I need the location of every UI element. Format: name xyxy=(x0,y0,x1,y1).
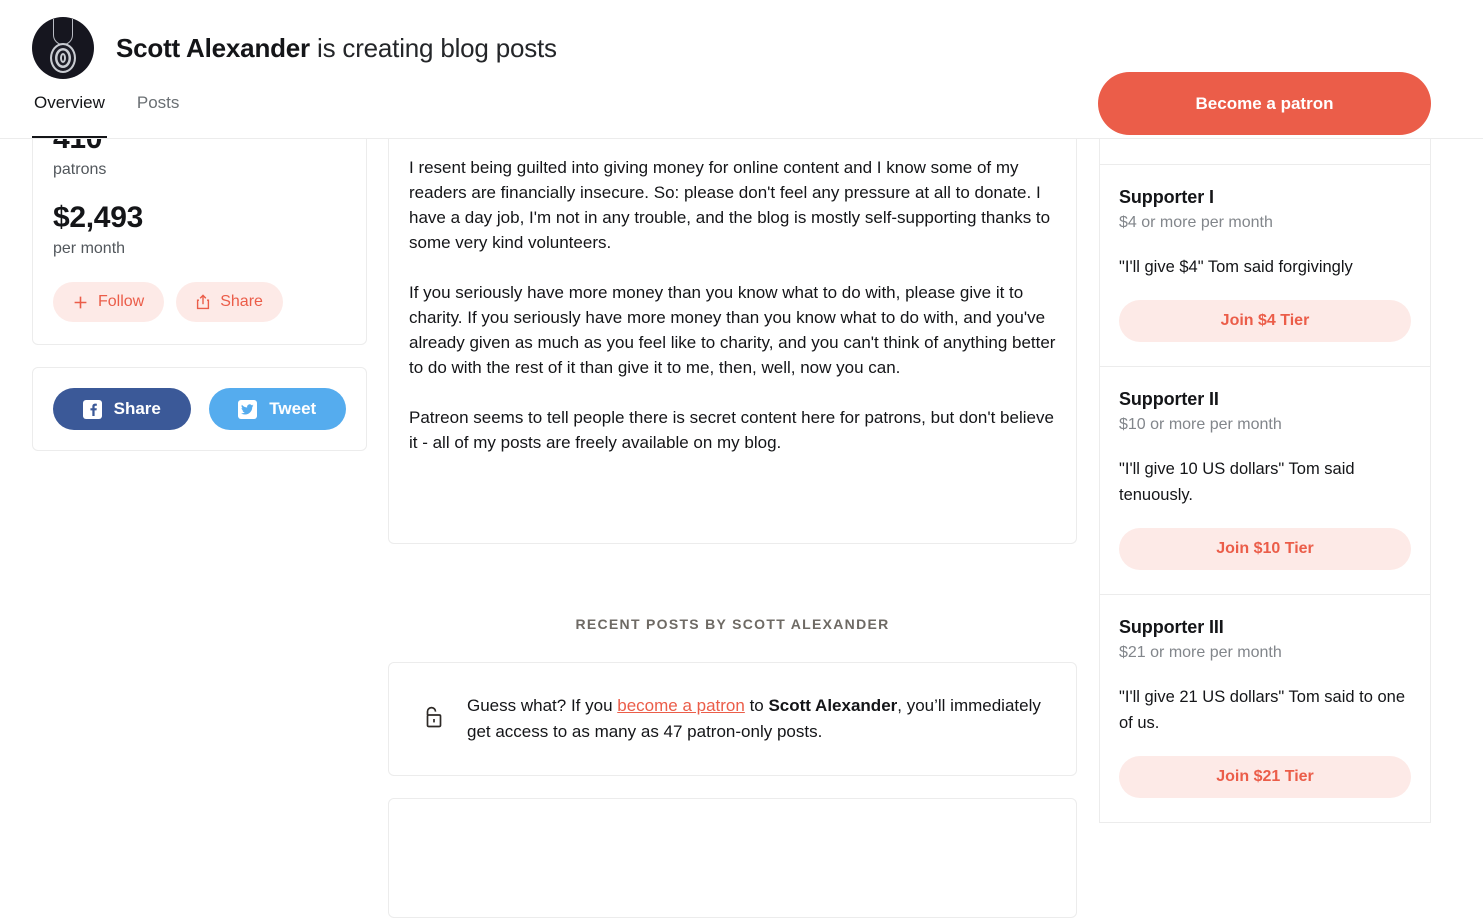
tiers-sidebar: Supporter I $4 or more per month "I'll g… xyxy=(1099,132,1431,823)
post-teaser-middle: to xyxy=(744,696,769,715)
twitter-tweet-label: Tweet xyxy=(269,399,317,418)
twitter-icon xyxy=(238,399,258,419)
monthly-amount-label: per month xyxy=(53,240,126,257)
share-button[interactable]: Share xyxy=(176,282,283,322)
monthly-amount: $2,493 xyxy=(53,201,143,234)
recent-posts-heading: RECENT POSTS BY SCOTT ALEXANDER xyxy=(575,616,890,632)
join-tier-button[interactable]: Join $10 Tier xyxy=(1119,528,1411,570)
facebook-share-button[interactable]: Share xyxy=(53,388,191,430)
creator-tagline: is creating blog posts xyxy=(309,33,557,63)
patron-count-label: patrons xyxy=(53,161,107,178)
follow-button[interactable]: Follow xyxy=(53,282,165,322)
twitter-tweet-button[interactable]: Tweet xyxy=(208,388,346,430)
about-paragraph-2: If you seriously have more money than yo… xyxy=(409,283,1056,377)
page-header: Scott Alexander is creating blog posts O… xyxy=(0,0,1483,139)
join-tier-button[interactable]: Join $4 Tier xyxy=(1119,300,1411,342)
post-teaser-creator: Scott Alexander xyxy=(768,696,898,715)
about-card: terrible wordplay. I resent being guilte… xyxy=(388,132,1077,544)
tier-price: $10 or more per month xyxy=(1119,416,1282,433)
unlock-icon xyxy=(421,704,445,735)
post-card-next[interactable] xyxy=(388,798,1077,918)
tier-description: "I'll give 10 US dollars" Tom said tenuo… xyxy=(1119,460,1355,504)
avatar[interactable] xyxy=(32,17,94,79)
tier-card-supporter-2: Supporter II $10 or more per month "I'll… xyxy=(1100,367,1430,595)
facebook-share-label: Share xyxy=(113,399,161,418)
post-teaser-prefix: Guess what? If you xyxy=(467,696,618,715)
tier-description: "I'll give $4" Tom said forgivingly xyxy=(1119,258,1353,276)
tier-price: $21 or more per month xyxy=(1119,644,1282,661)
share-button-label: Share xyxy=(220,293,263,310)
tab-overview[interactable]: Overview xyxy=(32,92,107,138)
tier-card-supporter-1: Supporter I $4 or more per month "I'll g… xyxy=(1100,165,1430,367)
share-icon xyxy=(196,294,210,310)
become-a-patron-link[interactable]: become a patron xyxy=(617,696,745,715)
post-teaser-card[interactable]: Guess what? If you become a patron to Sc… xyxy=(388,662,1077,776)
tab-posts[interactable]: Posts xyxy=(135,92,182,138)
center-column: terrible wordplay. I resent being guilte… xyxy=(388,132,1077,918)
stats-card: 410 patrons $2,493 per month Follow Shar… xyxy=(32,133,367,345)
main-layout: 410 patrons $2,493 per month Follow Shar… xyxy=(0,132,1483,918)
join-tier-button[interactable]: Join $21 Tier xyxy=(1119,756,1411,798)
tier-name: Supporter III xyxy=(1119,617,1224,637)
about-paragraph-1: I resent being guilted into giving money… xyxy=(409,158,1051,252)
plus-icon xyxy=(73,295,88,310)
follow-button-label: Follow xyxy=(98,293,145,310)
tier-name: Supporter II xyxy=(1119,389,1219,409)
page-title: Scott Alexander is creating blog posts xyxy=(116,32,557,64)
tier-card-supporter-3: Supporter III $21 or more per month "I'l… xyxy=(1100,595,1430,823)
become-a-patron-button[interactable]: Become a patron xyxy=(1098,72,1431,135)
social-share-card: Share Tweet xyxy=(32,367,367,451)
action-pill-row: Follow Share xyxy=(53,282,346,322)
tier-name: Supporter I xyxy=(1119,187,1214,207)
avatar-chain-decoration xyxy=(53,19,73,45)
creator-row: Scott Alexander is creating blog posts xyxy=(0,0,1483,80)
left-sidebar: 410 patrons $2,493 per month Follow Shar… xyxy=(32,133,367,451)
facebook-icon xyxy=(82,399,102,419)
avatar-spiral-pendant-icon xyxy=(50,43,76,73)
creator-name: Scott Alexander xyxy=(116,33,310,63)
tier-description: "I'll give 21 US dollars" Tom said to on… xyxy=(1119,688,1406,732)
tier-price: $4 or more per month xyxy=(1119,214,1273,231)
about-paragraph-3: Patreon seems to tell people there is se… xyxy=(409,408,1054,452)
post-teaser-text: Guess what? If you become a patron to Sc… xyxy=(467,693,1052,745)
